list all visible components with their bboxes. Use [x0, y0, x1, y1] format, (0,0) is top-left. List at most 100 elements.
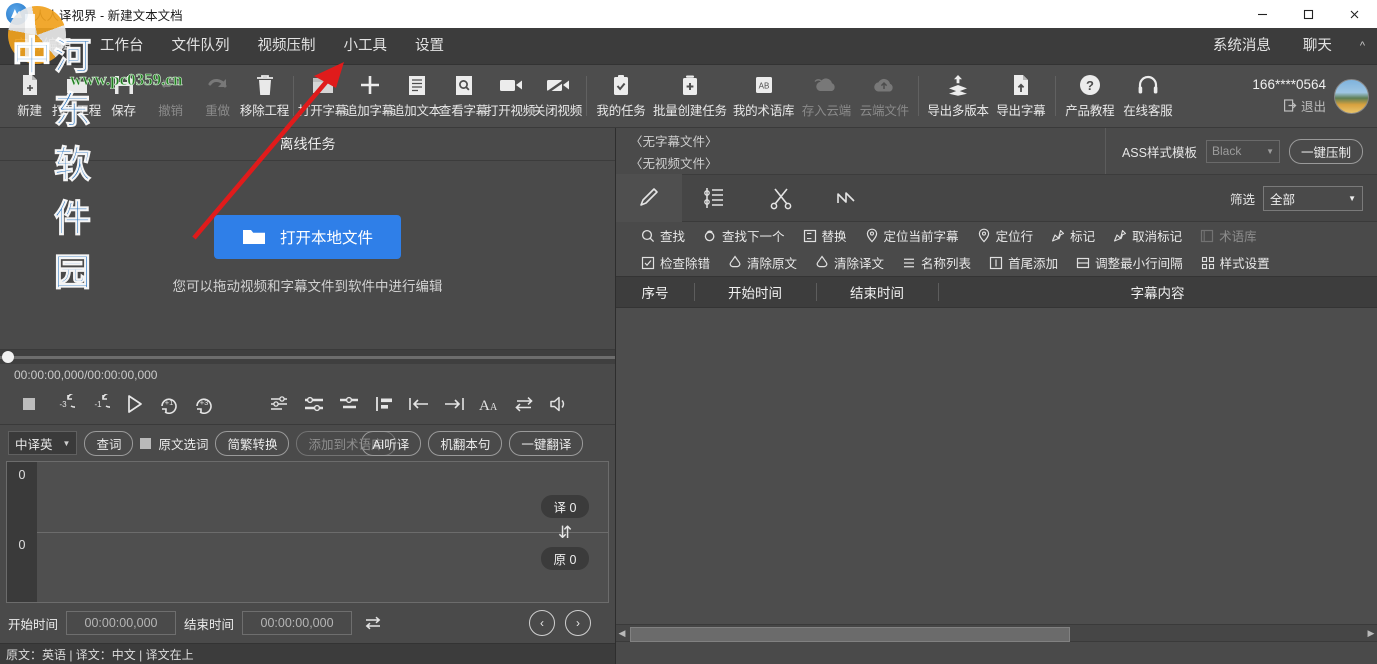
export-multi-version-button[interactable]: 导出多版本 [924, 67, 992, 125]
scrollbar-thumb[interactable] [630, 627, 1070, 642]
ass-template-select[interactable]: Black ▼ [1206, 140, 1280, 163]
next-row-button[interactable]: › [565, 610, 591, 636]
undo-button[interactable]: 撤销 [147, 67, 194, 125]
translate-direction-select[interactable]: 中译英 ▼ [8, 431, 77, 455]
online-service-button[interactable]: 在线客服 [1119, 67, 1177, 125]
menu-item-file-queue[interactable]: 文件队列 [158, 28, 244, 64]
one-key-compress-button[interactable]: 一键压制 [1289, 139, 1363, 164]
save-cloud-button[interactable]: 存入云端 [797, 67, 855, 125]
column-header-end-time[interactable]: 结束时间 [816, 277, 938, 307]
batch-create-task-button[interactable]: 批量创建任务 [650, 67, 730, 125]
forward-1-button[interactable]: +1 [152, 388, 185, 420]
set-in-out-button[interactable] [262, 388, 295, 420]
back-3-button[interactable]: -3 [47, 388, 80, 420]
tab-timeline[interactable] [682, 175, 748, 221]
find-next-button[interactable]: 查找下一个 [694, 225, 794, 247]
column-header-index[interactable]: 序号 [616, 277, 694, 307]
mark-out-button[interactable] [437, 388, 470, 420]
menu-item-video-compress[interactable]: 视频压制 [244, 28, 330, 64]
clear-source-button[interactable]: 清除原文 [719, 252, 806, 274]
source-textarea[interactable] [37, 533, 608, 603]
previous-row-button[interactable]: ‹ [529, 610, 555, 636]
align-left-button[interactable] [367, 388, 400, 420]
drop-zone[interactable]: 打开本地文件 您可以拖动视频和字幕文件到软件中进行编辑 [0, 161, 615, 349]
mark-in-button[interactable] [402, 388, 435, 420]
adjust-both-button[interactable] [297, 388, 330, 420]
remove-project-button[interactable]: 移除工程 [241, 67, 288, 125]
machine-translate-button[interactable]: 机翻本句 [428, 431, 502, 456]
mark-button[interactable]: 标记 [1042, 225, 1104, 247]
stop-button[interactable] [12, 388, 45, 420]
close-video-button[interactable]: 关闭视频 [534, 67, 581, 125]
adjust-end-button[interactable] [332, 388, 365, 420]
glossary-button[interactable]: 术语库 [1191, 225, 1266, 247]
start-time-input[interactable]: 00:00:00,000 [66, 611, 176, 635]
back-1-button[interactable]: -1 [82, 388, 115, 420]
open-project-button[interactable]: 打开工程 [53, 67, 100, 125]
end-time-input[interactable]: 00:00:00,000 [242, 611, 352, 635]
open-local-file-button[interactable]: 打开本地文件 [214, 215, 401, 259]
style-settings-button[interactable]: 样式设置 [1192, 252, 1279, 274]
menu-item-workbench[interactable]: 工作台 [86, 28, 158, 64]
find-button[interactable]: 查找 [632, 225, 694, 247]
check-errors-button[interactable]: 检查除错 [632, 252, 719, 274]
logout-button[interactable]: 退出 [1284, 96, 1326, 115]
forward-3-button[interactable]: +3 [187, 388, 220, 420]
menu-item-chat[interactable]: 聊天 [1287, 28, 1348, 64]
adjust-min-gap-button[interactable]: 调整最小行间隔 [1067, 252, 1192, 274]
scroll-right-arrow[interactable]: ▶ [1365, 628, 1377, 639]
seek-bar[interactable] [0, 349, 615, 364]
ai-listen-translate-button[interactable]: AI听译 [361, 431, 422, 456]
one-key-translate-button[interactable]: 一键翻译 [509, 431, 583, 456]
menu-item-tools[interactable]: 小工具 [330, 28, 402, 64]
subtitle-grid-body[interactable] [616, 308, 1377, 624]
tab-split[interactable] [748, 175, 814, 221]
save-button[interactable]: 保存 [100, 67, 147, 125]
swap-vertical-icon[interactable]: ⇵ [558, 524, 572, 541]
scroll-left-arrow[interactable]: ◀ [616, 628, 628, 639]
view-subtitle-button[interactable]: 查看字幕 [440, 67, 487, 125]
cloud-files-button[interactable]: 云端文件 [855, 67, 913, 125]
locate-current-subtitle-button[interactable]: 定位当前字幕 [856, 225, 968, 247]
filter-select[interactable]: 全部 ▼ [1263, 186, 1363, 211]
swap-times-button[interactable] [360, 611, 386, 635]
minimize-button[interactable] [1239, 0, 1285, 28]
tab-waveform[interactable] [814, 175, 880, 221]
open-video-button[interactable]: 打开视频 [487, 67, 534, 125]
menu-item-system-messages[interactable]: 系统消息 [1197, 28, 1287, 64]
horizontal-scrollbar[interactable]: ◀ ▶ [616, 624, 1377, 641]
menu-item-settings[interactable]: 设置 [401, 28, 458, 64]
source-select-checkbox[interactable] [140, 438, 151, 449]
scrollbar-track[interactable] [628, 627, 1365, 640]
unmark-button[interactable]: 取消标记 [1104, 225, 1191, 247]
simplified-traditional-button[interactable]: 简繁转换 [215, 431, 289, 456]
my-tasks-button[interactable]: 我的任务 [592, 67, 650, 125]
export-subtitle-button[interactable]: 导出字幕 [992, 67, 1050, 125]
lookup-word-button[interactable]: 查词 [84, 431, 133, 456]
maximize-button[interactable] [1285, 0, 1331, 28]
close-button[interactable] [1331, 0, 1377, 28]
font-size-button[interactable]: AA [472, 388, 505, 420]
column-header-subtitle-content[interactable]: 字幕内容 [938, 277, 1377, 307]
clear-translation-button[interactable]: 清除译文 [806, 252, 893, 274]
name-list-button[interactable]: 名称列表 [893, 252, 980, 274]
menu-item-subtitle-edit[interactable]: 字幕编辑 [0, 28, 86, 64]
my-glossary-button[interactable]: AB 我的术语库 [730, 67, 798, 125]
swap-button[interactable] [507, 388, 540, 420]
play-button[interactable] [117, 388, 150, 420]
column-header-start-time[interactable]: 开始时间 [694, 277, 816, 307]
seek-handle[interactable] [2, 351, 14, 363]
volume-button[interactable] [542, 388, 575, 420]
redo-button[interactable]: 重做 [194, 67, 241, 125]
append-subtitle-button[interactable]: 追加字幕 [346, 67, 393, 125]
open-subtitle-button[interactable]: 打开字幕 [299, 67, 346, 125]
translation-textarea[interactable] [37, 462, 608, 533]
chevron-up-icon[interactable]: ^ [1348, 28, 1377, 64]
replace-button[interactable]: 替换 [794, 225, 856, 247]
tab-edit[interactable] [616, 174, 682, 222]
append-text-button[interactable]: 追加文本 [393, 67, 440, 125]
avatar[interactable] [1334, 79, 1369, 114]
locate-row-button[interactable]: 定位行 [968, 225, 1043, 247]
new-button[interactable]: 新建 [6, 67, 53, 125]
product-tutorial-button[interactable]: ? 产品教程 [1061, 67, 1119, 125]
